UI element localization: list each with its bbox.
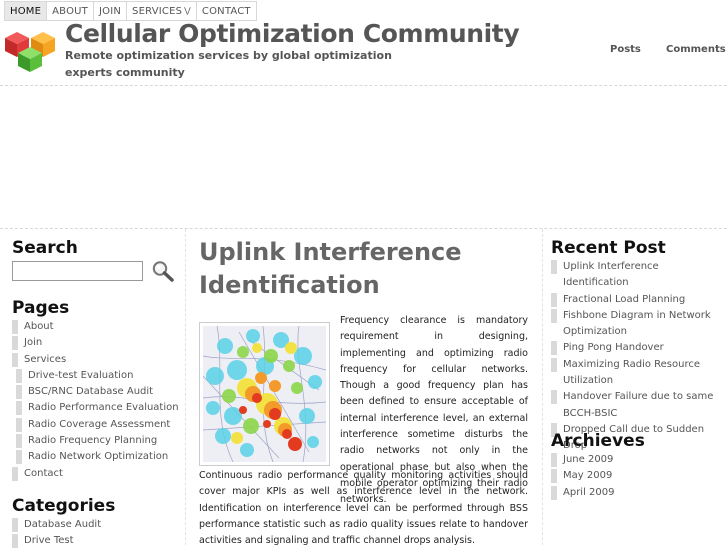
- content-divider: [0, 228, 727, 229]
- nav-services-label: SERVICES: [132, 6, 183, 17]
- recent-post-list: Uplink Interference Identification Fract…: [551, 259, 717, 455]
- colored-cubes-logo-icon: [5, 32, 55, 72]
- nav-contact[interactable]: CONTACT: [195, 1, 257, 21]
- archives-list: June 2009 May 2009 April 2009: [551, 452, 614, 501]
- page-link-join[interactable]: Join: [12, 335, 179, 351]
- post-paragraph-2: Continuous radio performance quality mon…: [199, 470, 528, 547]
- recent-post-link[interactable]: Handover Failure due to same BCCH-BSIC: [551, 389, 717, 422]
- comments-link[interactable]: Comments: [666, 44, 726, 55]
- page-link-drive-test-evaluation[interactable]: Drive-test Evaluation: [16, 368, 179, 384]
- page-link-radio-performance-evaluation[interactable]: Radio Performance Evaluation: [16, 400, 179, 416]
- pages-heading: Pages: [12, 298, 70, 318]
- search-heading: Search: [12, 238, 78, 258]
- page-link-services[interactable]: Services: [12, 352, 179, 368]
- page-link-database-audit[interactable]: BSC/RNC Database Audit: [16, 384, 179, 400]
- nav-about[interactable]: ABOUT: [46, 1, 93, 21]
- posts-link[interactable]: Posts: [610, 44, 641, 55]
- nav-join[interactable]: JOIN: [92, 1, 127, 21]
- page-link-radio-coverage-assessment[interactable]: Radio Coverage Assessment: [16, 417, 179, 433]
- pages-list: About Join Services Drive-test Evaluatio…: [12, 319, 179, 482]
- nav-home-label: HOME: [10, 6, 42, 17]
- double-chevron-down-icon: ⋁: [184, 6, 191, 15]
- post-title[interactable]: Uplink Interference Identification: [199, 236, 529, 302]
- archives-heading: Archieves: [551, 431, 645, 451]
- top-nav-items: HOME ABOUT JOIN SERVICES ⋁ CONTACT: [4, 1, 257, 21]
- page-link-about[interactable]: About: [12, 319, 179, 335]
- site-title[interactable]: Cellular Optimization Community: [65, 19, 520, 48]
- magnifier-icon: [152, 261, 174, 282]
- recent-post-link[interactable]: Ping Pong Handover: [551, 340, 717, 356]
- search-button[interactable]: [151, 260, 175, 282]
- interference-heatmap-image: [199, 322, 330, 466]
- archive-link-june-2009[interactable]: June 2009: [551, 452, 614, 468]
- recent-post-link[interactable]: Fishbone Diagram in Network Optimization: [551, 308, 717, 341]
- column-divider-left: [185, 229, 186, 545]
- category-link-drive-test[interactable]: Drive Test: [12, 533, 101, 549]
- page-link-contact[interactable]: Contact: [12, 466, 179, 482]
- site-tagline: Remote optimization services by global o…: [65, 49, 392, 79]
- archive-link-april-2009[interactable]: April 2009: [551, 485, 614, 501]
- recent-post-heading: Recent Post: [551, 238, 666, 258]
- header-divider: [0, 85, 727, 86]
- recent-post-link[interactable]: Uplink Interference Identification: [551, 259, 717, 292]
- category-link-database-audit[interactable]: Database Audit: [12, 517, 101, 533]
- recent-post-link[interactable]: Maximizing Radio Resource Utilization: [551, 357, 717, 390]
- page-link-radio-frequency-planning[interactable]: Radio Frequency Planning: [16, 433, 179, 449]
- archive-link-may-2009[interactable]: May 2009: [551, 468, 614, 484]
- nav-home[interactable]: HOME: [4, 1, 47, 21]
- heatmap-map-image: [203, 326, 326, 462]
- site-logo[interactable]: [3, 30, 57, 74]
- recent-post-link[interactable]: Fractional Load Planning: [551, 292, 717, 308]
- nav-about-label: ABOUT: [52, 6, 88, 17]
- page-link-radio-network-optimization[interactable]: Radio Network Optimization: [16, 449, 179, 465]
- search-input[interactable]: [12, 261, 143, 281]
- nav-services[interactable]: SERVICES ⋁: [126, 1, 196, 21]
- nav-contact-label: CONTACT: [201, 6, 251, 17]
- column-divider-right: [542, 229, 543, 545]
- categories-heading: Categories: [12, 496, 116, 516]
- nav-join-label: JOIN: [98, 6, 122, 17]
